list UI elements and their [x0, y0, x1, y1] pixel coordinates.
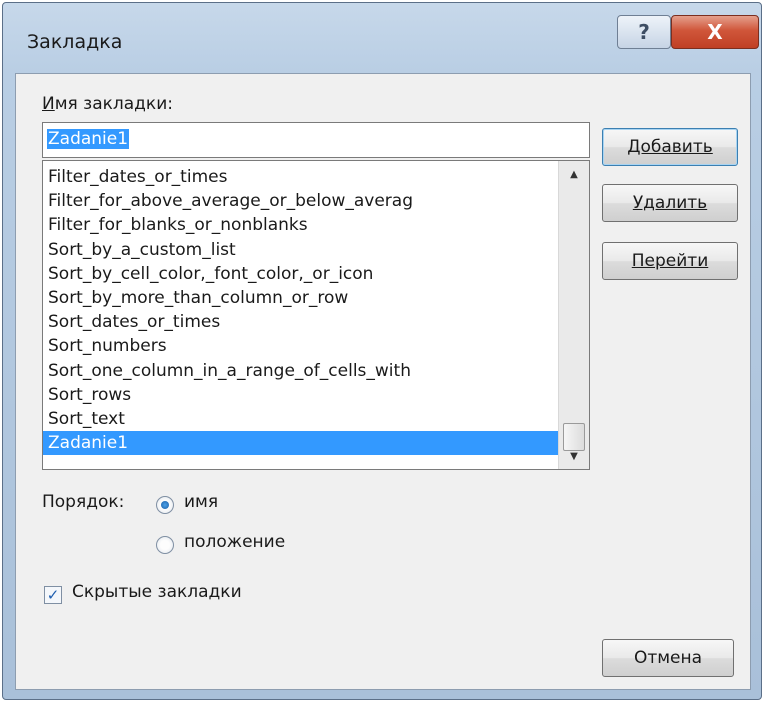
add-button-label: Добавить: [627, 137, 713, 157]
help-icon: ?: [638, 20, 650, 44]
checkmark-icon: ✓: [46, 585, 60, 604]
dialog-content: Имя закладки: Zadanie1 Filter_dates_or_t…: [15, 73, 751, 690]
listbox-scrollbar[interactable]: ▲ ▼: [558, 161, 589, 469]
bookmark-list-item[interactable]: Sort_dates_or_times: [43, 310, 573, 334]
sort-order-label: Порядок:: [42, 492, 125, 512]
close-icon: X: [707, 20, 723, 44]
title-bar: Закладка ? X: [3, 3, 761, 75]
goto-button[interactable]: Перейти: [602, 242, 738, 280]
bookmark-list-item[interactable]: Filter_for_above_average_or_below_averag: [43, 189, 573, 213]
sort-by-position-label: положение: [184, 532, 286, 552]
chevron-up-icon[interactable]: ▲: [559, 163, 589, 185]
bookmark-list-item[interactable]: Sort_by_a_custom_list: [43, 238, 573, 262]
goto-button-label: Перейти: [631, 251, 709, 271]
sort-by-position-radio[interactable]: [156, 536, 174, 554]
chevron-down-icon[interactable]: ▼: [559, 445, 589, 467]
cancel-button[interactable]: Отмена: [602, 639, 734, 677]
bookmark-dialog: Закладка ? X Имя закладки: Zadanie1 Filt…: [2, 2, 762, 700]
add-button[interactable]: Добавить: [602, 128, 738, 166]
hidden-bookmarks-checkbox[interactable]: ✓: [44, 586, 62, 604]
bookmark-list-item[interactable]: Filter_dates_or_times: [43, 165, 573, 189]
hidden-bookmarks-label: Скрытые закладки: [72, 582, 242, 602]
bookmark-name-input[interactable]: Zadanie1: [42, 122, 590, 158]
window-title: Закладка: [27, 31, 123, 53]
cancel-button-label: Отмена: [633, 648, 703, 668]
delete-button-label: Удалить: [632, 193, 708, 213]
help-button[interactable]: ?: [617, 15, 671, 49]
bookmark-list-item[interactable]: Sort_by_cell_color,_font_color,_or_icon: [43, 262, 573, 286]
bookmark-name-value: Zadanie1: [47, 129, 130, 149]
bookmark-list-item[interactable]: Zadanie1: [43, 431, 573, 456]
bookmark-list-item[interactable]: Sort_one_column_in_a_range_of_cells_with: [43, 359, 573, 383]
bookmark-list-items: Filter_dates_or_times Filter_for_above_av…: [43, 165, 573, 456]
bookmark-list-item[interactable]: Filter_for_blanks_or_nonblanks: [43, 213, 573, 237]
sort-by-name-radio[interactable]: [156, 496, 174, 514]
close-button[interactable]: X: [671, 15, 759, 49]
bookmark-list-item[interactable]: Sort_by_more_than_column_or_row: [43, 286, 573, 310]
bookmark-list-item[interactable]: Sort_numbers: [43, 334, 573, 358]
bookmark-name-label: Имя закладки:: [42, 94, 173, 114]
bookmark-list-item[interactable]: Sort_text: [43, 407, 573, 431]
bookmark-list-item[interactable]: Sort_rows: [43, 383, 573, 407]
sort-by-name-label: имя: [184, 492, 219, 512]
delete-button[interactable]: Удалить: [602, 184, 738, 222]
bookmark-listbox[interactable]: Filter_dates_or_times Filter_for_above_av…: [42, 160, 590, 470]
